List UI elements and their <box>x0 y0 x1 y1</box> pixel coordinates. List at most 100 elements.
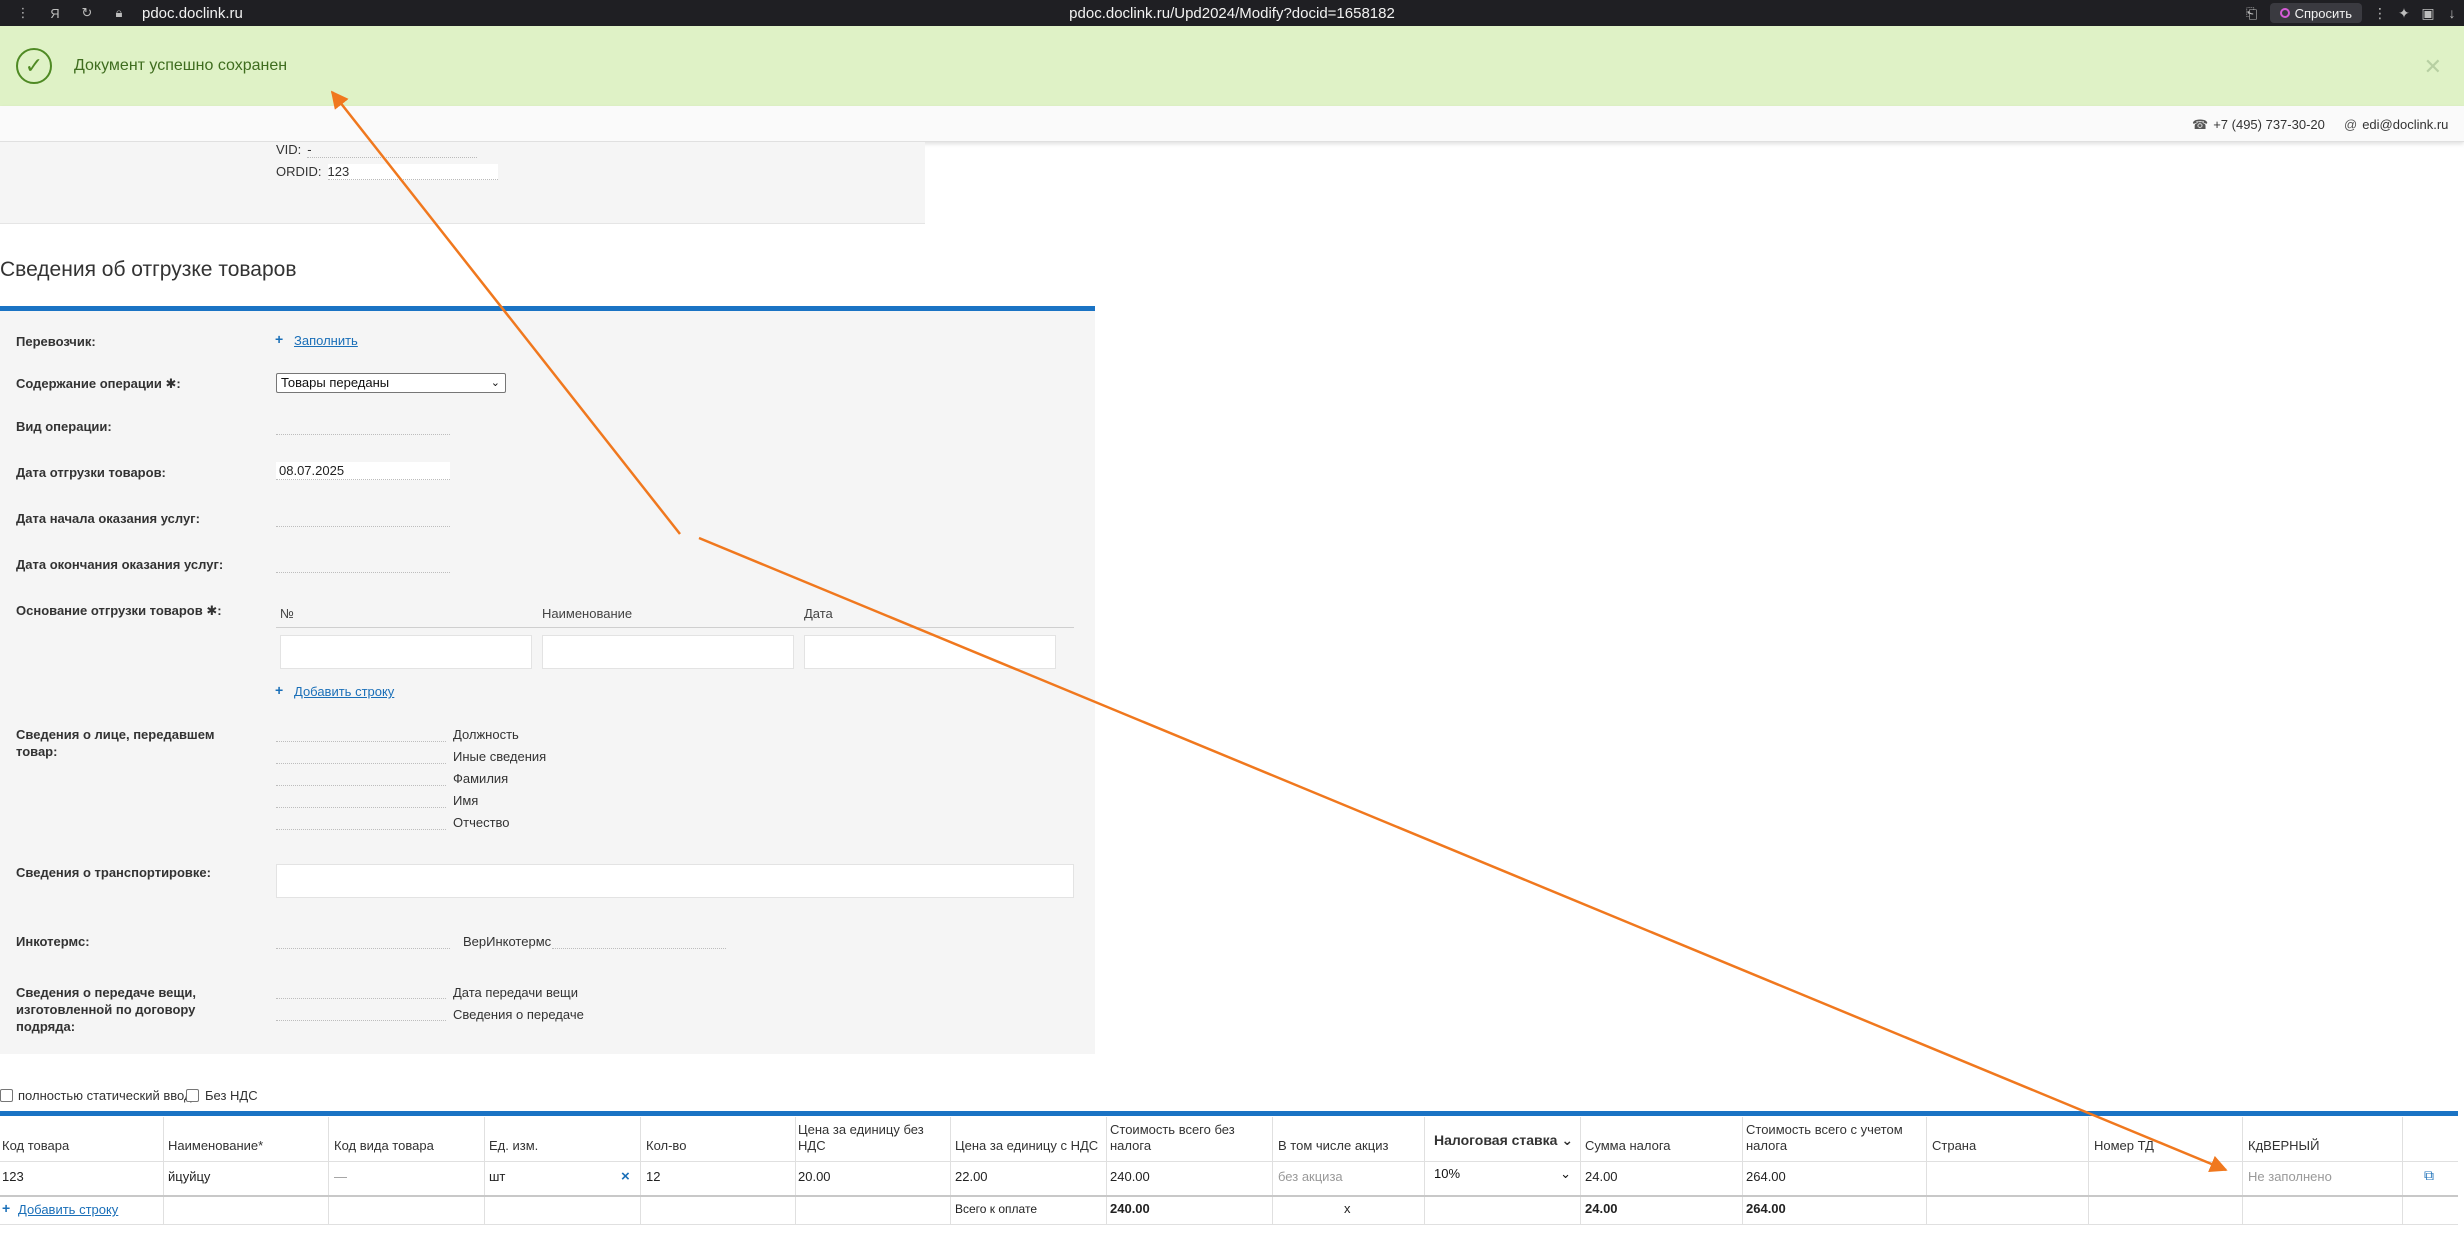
clear-unit-icon[interactable]: × <box>621 1168 630 1185</box>
col-sep <box>950 1117 951 1225</box>
th-tax-rate[interactable]: Налоговая ставка ⌄ <box>1434 1132 1579 1148</box>
incoterms-field[interactable] <box>276 931 450 949</box>
shipment-form: Перевозчик: + Заполнить Содержание опера… <box>0 311 1095 1054</box>
person-other-field[interactable] <box>276 746 446 764</box>
col-sep <box>795 1117 796 1225</box>
cell-total-with-tax[interactable]: 264.00 <box>1746 1169 1786 1184</box>
basis-number-input[interactable] <box>280 635 532 669</box>
carrier-fill-link[interactable]: Заполнить <box>294 333 358 348</box>
thing-transfer-label-2: изготовленной по договору <box>16 1002 196 1017</box>
success-notice: ✓ Документ успешно сохранен ✕ <box>0 26 2464 106</box>
person-patronymic-label: Отчество <box>453 815 510 830</box>
cell-total-no-tax[interactable]: 240.00 <box>1110 1169 1150 1184</box>
total-label: Всего к оплате <box>955 1202 1038 1216</box>
cell-kind-code[interactable]: — <box>334 1169 347 1184</box>
basis-name-input[interactable] <box>542 635 794 669</box>
cell-tax-sum[interactable]: 24.00 <box>1585 1169 1618 1184</box>
basis-header-line <box>276 627 1074 628</box>
collections-icon[interactable]: ▣ <box>2416 5 2440 22</box>
site-host[interactable]: pdoc.doclink.ru <box>142 5 243 22</box>
cell-name[interactable]: йцуйцу <box>168 1169 210 1184</box>
service-start-field[interactable] <box>276 509 450 527</box>
col-sep <box>1424 1117 1425 1225</box>
col-sep <box>1272 1117 1273 1225</box>
vid-value[interactable]: - <box>307 142 478 158</box>
menu-icon[interactable]: ⋮ <box>14 4 32 22</box>
no-vat-checkbox[interactable] <box>186 1089 199 1102</box>
phone-contact[interactable]: ☎ +7 (495) 737-30-20 <box>2192 117 2325 133</box>
cell-price-no-vat[interactable]: 20.00 <box>798 1169 831 1184</box>
plus-icon[interactable]: + <box>275 682 283 698</box>
cell-qty[interactable]: 12 <box>646 1169 660 1184</box>
email-contact[interactable]: @ edi@doclink.ru <box>2344 117 2448 132</box>
extension-icon[interactable]: ✦ <box>2392 5 2416 22</box>
basis-date-input[interactable] <box>804 635 1056 669</box>
operation-type-field[interactable] <box>276 417 450 435</box>
thing-info-field[interactable] <box>276 1003 446 1021</box>
basis-col-name: Наименование <box>542 606 633 621</box>
email-text: edi@doclink.ru <box>2362 117 2449 132</box>
thing-transfer-label-3: подряда: <box>16 1019 76 1034</box>
th-price-no-vat: Цена за единицу без НДС <box>798 1122 924 1153</box>
bookmark-icon[interactable]: ⎗ <box>2240 5 2264 22</box>
total-no-tax: 240.00 <box>1110 1201 1150 1216</box>
cell-kd-verny[interactable]: Не заполнено <box>2248 1169 2332 1184</box>
person-firstname-field[interactable] <box>276 790 446 808</box>
ship-date-label: Дата отгрузки товаров: <box>16 465 166 480</box>
plus-icon[interactable]: + <box>275 331 283 347</box>
service-end-field[interactable] <box>276 555 450 573</box>
col-sep <box>163 1117 164 1225</box>
add-goods-row-link[interactable]: Добавить строку <box>18 1202 118 1217</box>
address-bar-url[interactable]: pdoc.doclink.ru/Upd2024/Modify?docid=165… <box>0 5 2464 22</box>
success-check-icon: ✓ <box>16 48 52 84</box>
thing-transfer-label: Сведения о передаче вещи, <box>16 985 196 1000</box>
ask-button[interactable]: Спросить <box>2269 3 2362 23</box>
col-sep <box>1106 1117 1107 1225</box>
person-lastname-field[interactable] <box>276 768 446 786</box>
browser-actions: ⎗ Спросить ⋮ ✦ ▣ ↓ <box>2240 0 2464 26</box>
transport-input[interactable] <box>276 864 1074 898</box>
ship-date-field[interactable]: 08.07.2025 <box>276 462 450 480</box>
phone-text: +7 (495) 737-30-20 <box>2213 117 2325 132</box>
operation-content-select[interactable]: Товары переданы ⌄ <box>276 373 506 393</box>
chevron-down-icon: ⌄ <box>1561 1132 1574 1148</box>
operation-content-label: Содержание операции ✱: <box>16 376 181 391</box>
person-position-label: Должность <box>453 727 519 742</box>
close-icon[interactable]: ✕ <box>2424 54 2442 80</box>
doc-ids-panel: VID: - ORDID: 123 <box>0 142 925 224</box>
cell-code[interactable]: 123 <box>2 1169 24 1184</box>
tax-rate-select[interactable]: 10% ⌄ <box>1430 1165 1576 1185</box>
cell-unit[interactable]: шт <box>489 1169 505 1184</box>
chevron-down-icon: ⌄ <box>1560 1166 1571 1181</box>
phone-icon: ☎ <box>2192 117 2209 132</box>
col-sep <box>1580 1117 1581 1225</box>
plus-icon[interactable]: + <box>2 1200 10 1216</box>
th-country: Страна <box>1932 1138 1977 1153</box>
more-icon[interactable]: ⋮ <box>2368 5 2392 22</box>
total-excise: x <box>1344 1201 1351 1216</box>
person-patronymic-field[interactable] <box>276 812 446 830</box>
copy-row-icon[interactable]: ⧉ <box>2424 1167 2434 1184</box>
static-input-checkbox[interactable] <box>0 1089 13 1102</box>
ordid-row: ORDID: 123 <box>276 164 498 180</box>
basis-label: Основание отгрузки товаров ✱: <box>16 603 222 618</box>
person-label: Сведения о лице, передавшем <box>16 727 215 742</box>
service-end-label: Дата окончания оказания услуг: <box>16 557 224 572</box>
basis-add-row-link[interactable]: Добавить строку <box>294 684 394 699</box>
person-position-field[interactable] <box>276 724 446 742</box>
ver-incoterms-label: ВерИнкотермс <box>463 934 552 949</box>
cell-excise[interactable]: без акциза <box>1278 1169 1343 1184</box>
reload-icon[interactable]: ↻ <box>78 4 96 22</box>
th-kd-verny: КдВЕРНЫЙ <box>2248 1138 2320 1153</box>
ordid-field[interactable]: 123 <box>327 164 498 180</box>
download-icon[interactable]: ↓ <box>2440 5 2464 21</box>
ver-incoterms-field[interactable] <box>552 931 726 949</box>
yandex-icon[interactable]: Я <box>46 4 64 22</box>
person-firstname-label: Имя <box>453 793 479 808</box>
th-code: Код товара <box>2 1138 70 1153</box>
row-line <box>0 1195 2458 1197</box>
thing-date-field[interactable] <box>276 981 446 999</box>
cell-price-with-vat[interactable]: 22.00 <box>955 1169 988 1184</box>
lock-icon: 🔒︎ <box>115 5 123 20</box>
col-sep <box>1926 1117 1927 1225</box>
